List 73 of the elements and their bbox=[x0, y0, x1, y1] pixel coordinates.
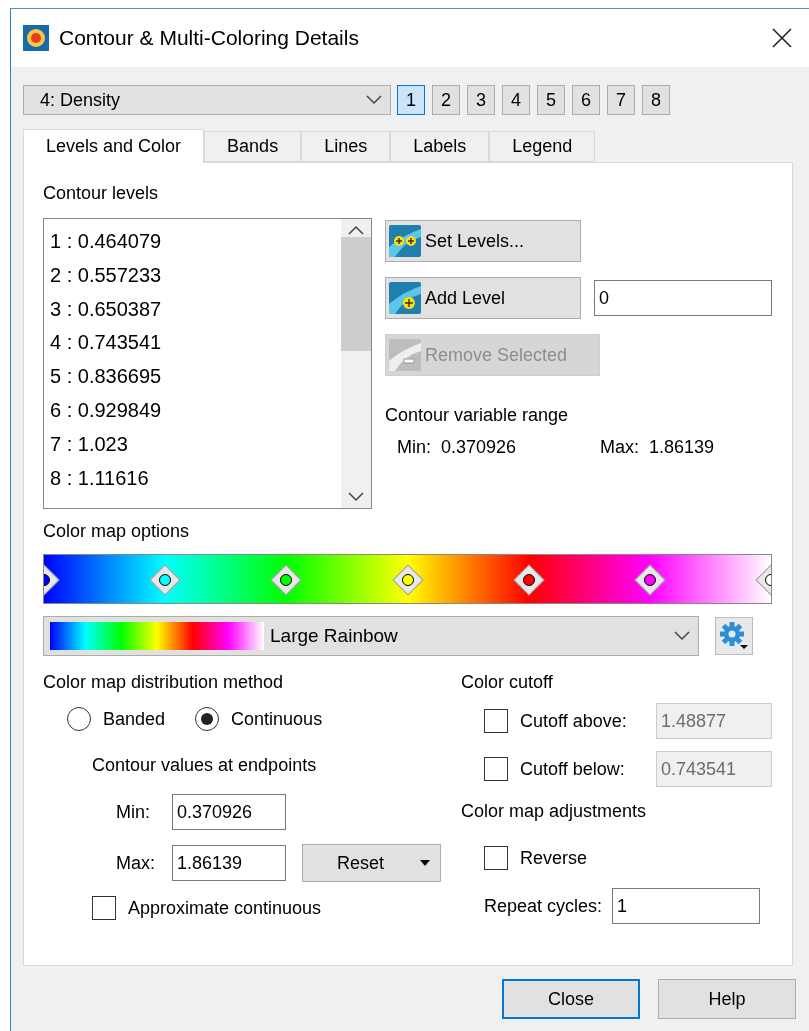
tab[interactable]: Levels and Color bbox=[23, 129, 205, 163]
map-number-button[interactable]: 5 bbox=[537, 85, 565, 115]
settings-button[interactable] bbox=[715, 617, 753, 655]
color-map-name: Large Rainbow bbox=[270, 625, 399, 647]
scrollbar[interactable] bbox=[341, 219, 371, 508]
checkbox[interactable] bbox=[484, 757, 508, 781]
action-button[interactable]: Add Level bbox=[385, 277, 581, 319]
cutoff-option[interactable]: Cutoff above: bbox=[484, 709, 646, 733]
radio-option[interactable]: Banded bbox=[67, 707, 166, 731]
map-number-button[interactable]: 2 bbox=[432, 85, 460, 115]
close-icon bbox=[771, 27, 793, 49]
list-item[interactable]: 6 : 0.929849 bbox=[50, 394, 335, 428]
chevron-down-icon bbox=[348, 492, 364, 502]
double-plus-icon bbox=[389, 225, 421, 257]
color-gradient-bar[interactable] bbox=[43, 554, 772, 604]
field-label: Max: bbox=[116, 852, 156, 874]
plus-icon bbox=[389, 282, 421, 314]
map-number-button[interactable]: 7 bbox=[607, 85, 635, 115]
list-item[interactable]: 7 : 1.023 bbox=[50, 427, 335, 462]
min-input[interactable]: 0.370926 bbox=[172, 794, 286, 830]
range-max: Max: 1.86139 bbox=[600, 437, 715, 458]
section-title: Contour levels bbox=[43, 183, 160, 204]
contour-levels-list[interactable]: 1 : 0.464079 2 : 0.557233 3 : 0.650387 4 : 0.743541 5 : 0.836695 6 : 0.929849 7 : 1.023 8 : 1.11616 bbox=[43, 218, 372, 509]
tab[interactable]: Labels bbox=[390, 131, 490, 162]
checkbox[interactable] bbox=[484, 846, 508, 870]
window-title: Contour & Multi-Coloring Details bbox=[59, 26, 360, 50]
map-number-button[interactable]: 8 bbox=[642, 85, 670, 115]
variable-value: 4: Density bbox=[40, 89, 121, 111]
dialog-button[interactable]: Help bbox=[658, 979, 796, 1019]
section-title: Contour values at endpoints bbox=[91, 755, 318, 776]
cutoff-option[interactable]: Cutoff below: bbox=[484, 757, 646, 781]
checkbox[interactable] bbox=[484, 709, 508, 733]
scrollbar-thumb[interactable] bbox=[341, 237, 371, 351]
section-title: Color map distribution method bbox=[43, 672, 285, 693]
section-title: Contour variable range bbox=[385, 405, 570, 426]
tab[interactable]: Bands bbox=[204, 131, 302, 162]
list-item[interactable]: 4 : 0.743541 bbox=[50, 326, 335, 361]
field-label: Repeat cycles: bbox=[484, 895, 603, 917]
map-number-button[interactable]: 3 bbox=[467, 85, 495, 115]
range-min: Min: 0.370926 bbox=[397, 437, 518, 458]
repeat-cycles-input[interactable]: 1 bbox=[612, 888, 761, 924]
list-item[interactable]: 5 : 0.836695 bbox=[50, 360, 335, 394]
section-title: Color map options bbox=[43, 521, 191, 542]
map-number-button[interactable]: 6 bbox=[572, 85, 600, 115]
reset-button[interactable]: Reset bbox=[302, 844, 441, 882]
dialog-button[interactable]: Close bbox=[502, 979, 640, 1019]
map-number-button[interactable]: 4 bbox=[502, 85, 530, 115]
caret-icon bbox=[420, 860, 430, 866]
minus-icon bbox=[389, 339, 421, 371]
variable-dropdown[interactable]: 4: Density bbox=[23, 85, 391, 115]
chevron-down-icon bbox=[674, 631, 690, 641]
color-map-dropdown[interactable]: Large Rainbow bbox=[43, 616, 699, 656]
list-item[interactable]: 3 : 0.650387 bbox=[50, 292, 335, 327]
chevron-down-icon bbox=[366, 95, 382, 105]
tab[interactable]: Lines bbox=[301, 131, 391, 162]
reverse-option[interactable]: Reverse bbox=[484, 846, 772, 870]
section-title: Color cutoff bbox=[461, 672, 554, 693]
approximate-continuous-option[interactable]: Approximate continuous bbox=[92, 896, 461, 920]
list-item[interactable]: 1 : 0.464079 bbox=[50, 225, 335, 259]
app-logo-icon bbox=[23, 25, 49, 51]
list-item[interactable]: 2 : 0.557233 bbox=[50, 258, 335, 293]
action-button[interactable]: Set Levels... bbox=[385, 220, 581, 262]
level-input[interactable]: 0 bbox=[594, 280, 772, 316]
settings-icon bbox=[719, 621, 749, 651]
tab[interactable]: Legend bbox=[489, 131, 596, 162]
section-title: Color map adjustments bbox=[461, 801, 648, 822]
chevron-up-icon bbox=[348, 225, 364, 235]
checkbox[interactable] bbox=[92, 896, 116, 920]
max-input[interactable]: 1.86139 bbox=[172, 845, 286, 881]
field-label: Min: bbox=[116, 801, 151, 823]
map-number-button[interactable]: 1 bbox=[397, 85, 425, 115]
list-item[interactable]: 8 : 1.11616 bbox=[50, 461, 335, 496]
radio-option[interactable]: Continuous bbox=[195, 707, 323, 731]
